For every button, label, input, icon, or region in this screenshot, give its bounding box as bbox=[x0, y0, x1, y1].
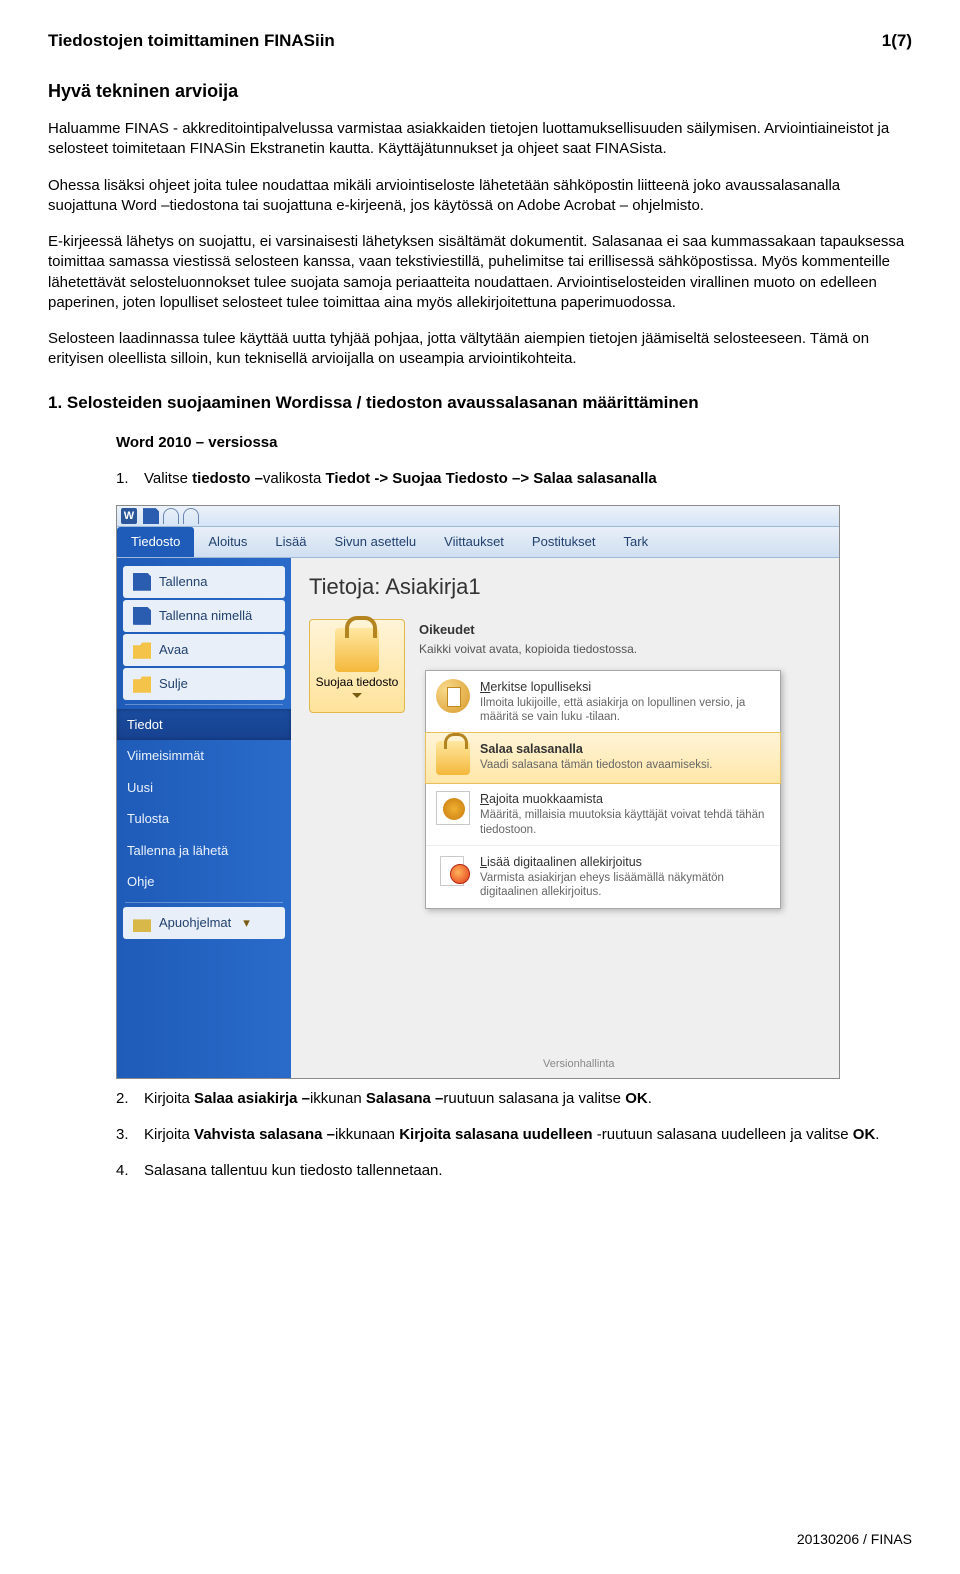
sidebar-new[interactable]: Uusi bbox=[117, 772, 291, 804]
app-titlebar: W bbox=[117, 506, 839, 527]
word-version-heading: Word 2010 – versiossa bbox=[116, 433, 912, 453]
intro-paragraph-3: E-kirjeessä lähetys on suojattu, ei vars… bbox=[48, 232, 912, 313]
step-3: 3. Kirjoita Vahvista salasana –ikkunaan … bbox=[116, 1125, 912, 1145]
step-2: 2. Kirjoita Salaa asiakirja –ikkunan Sal… bbox=[116, 1089, 912, 1109]
menu-mark-final[interactable]: MMerkitse lopulliseksierkitse lopullisek… bbox=[426, 671, 780, 734]
page-number: 1(7) bbox=[882, 30, 912, 53]
saveas-icon bbox=[133, 607, 151, 625]
sidebar-close[interactable]: Sulje bbox=[123, 668, 285, 700]
sidebar-help[interactable]: Ohje bbox=[117, 866, 291, 898]
chevron-down-icon bbox=[352, 693, 362, 703]
tab-insert[interactable]: Lisää bbox=[261, 527, 320, 557]
sidebar-recent[interactable]: Viimeisimmät bbox=[117, 740, 291, 772]
backstage-main: Tietoja: Asiakirja1 Suojaa tiedosto Oike… bbox=[291, 558, 839, 1078]
step-2-number: 2. bbox=[116, 1089, 144, 1109]
sidebar-savesend[interactable]: Tallenna ja lähetä bbox=[117, 835, 291, 867]
word-backstage-screenshot: W Tiedosto Aloitus Lisää Sivun asettelu … bbox=[116, 505, 840, 1079]
step-3-number: 3. bbox=[116, 1125, 144, 1145]
addins-icon bbox=[133, 914, 151, 932]
intro-paragraph-1: Haluamme FINAS - akkreditointipalvelussa… bbox=[48, 119, 912, 160]
footer-text: 20130206 / FINAS bbox=[48, 1530, 912, 1549]
signature-icon bbox=[436, 854, 470, 888]
salutation-heading: Hyvä tekninen arvioija bbox=[48, 79, 912, 103]
sidebar-saveas[interactable]: Tallenna nimellä bbox=[123, 600, 285, 632]
info-title: Tietoja: Asiakirja1 bbox=[309, 572, 821, 602]
sidebar-save[interactable]: Tallenna bbox=[123, 566, 285, 598]
save-icon bbox=[133, 573, 151, 591]
step-4-number: 4. bbox=[116, 1161, 144, 1181]
step-1-number: 1. bbox=[116, 469, 144, 489]
qat-save-icon[interactable] bbox=[143, 508, 159, 524]
encrypt-icon bbox=[436, 741, 470, 775]
menu-add-signature[interactable]: Lisää digitaalinen allekirjoitusVarmista… bbox=[426, 846, 780, 908]
lock-icon bbox=[335, 628, 379, 672]
menu-encrypt-password[interactable]: Salaa salasanallaVaadi salasana tämän ti… bbox=[425, 732, 781, 784]
tab-pagelayout[interactable]: Sivun asettelu bbox=[321, 527, 431, 557]
tab-references[interactable]: Viittaukset bbox=[430, 527, 518, 557]
word-app-icon: W bbox=[121, 508, 137, 524]
intro-paragraph-2: Ohessa lisäksi ohjeet joita tulee noudat… bbox=[48, 176, 912, 217]
restrict-icon bbox=[436, 791, 470, 825]
sidebar-addins[interactable]: Apuohjelmat▾ bbox=[123, 907, 285, 939]
tab-mailings[interactable]: Postitukset bbox=[518, 527, 610, 557]
step-4: 4. Salasana tallentuu kun tiedosto talle… bbox=[116, 1161, 912, 1181]
close-icon bbox=[133, 675, 151, 693]
section-1-heading: 1. Selosteiden suojaaminen Wordissa / ti… bbox=[48, 392, 912, 415]
open-icon bbox=[133, 641, 151, 659]
menu-restrict-editing[interactable]: Rajoita muokkaamistaMääritä, millaisia m… bbox=[426, 783, 780, 846]
qat-undo-icon[interactable] bbox=[163, 508, 179, 524]
mark-final-icon bbox=[436, 679, 470, 713]
sidebar-open[interactable]: Avaa bbox=[123, 634, 285, 666]
intro-paragraph-4: Selosteen laadinnassa tulee käyttää uutt… bbox=[48, 329, 912, 370]
protect-document-menu: MMerkitse lopulliseksierkitse lopullisek… bbox=[425, 670, 781, 909]
sidebar-print[interactable]: Tulosta bbox=[117, 803, 291, 835]
protect-document-button[interactable]: Suojaa tiedosto bbox=[309, 619, 405, 712]
tab-home[interactable]: Aloitus bbox=[194, 527, 261, 557]
backstage-sidebar: Tallenna Tallenna nimellä Avaa Sulje Tie… bbox=[117, 558, 291, 1078]
tab-review[interactable]: Tark bbox=[610, 527, 663, 557]
version-management-label: Versionhallinta bbox=[543, 1057, 615, 1072]
step-1: 1. Valitse tiedosto –valikosta Tiedot ->… bbox=[116, 469, 912, 489]
sidebar-info[interactable]: Tiedot bbox=[117, 709, 291, 741]
tab-file[interactable]: Tiedosto bbox=[117, 527, 194, 557]
ribbon-tabs: Tiedosto Aloitus Lisää Sivun asettelu Vi… bbox=[117, 527, 839, 558]
doc-title: Tiedostojen toimittaminen FINASiin bbox=[48, 30, 335, 53]
qat-redo-icon[interactable] bbox=[183, 508, 199, 524]
